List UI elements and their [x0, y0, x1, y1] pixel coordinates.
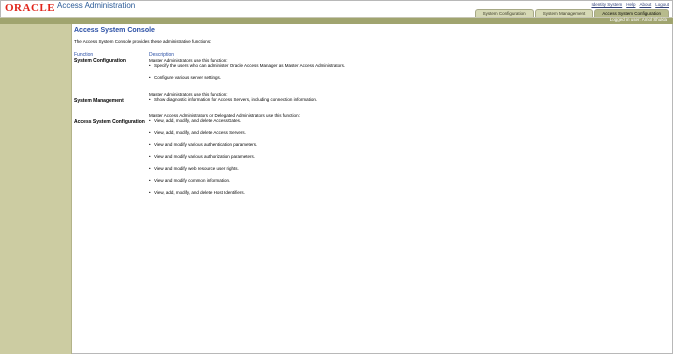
- about-link[interactable]: About: [639, 2, 651, 7]
- logged-in-user: Logged in user: Amol Shukla: [609, 17, 667, 22]
- description-system-configuration: Master Administrators use this function:…: [149, 58, 345, 80]
- description-item: View and modify various authorization pa…: [149, 154, 300, 159]
- description-item: Specify the users who can administer Ora…: [149, 63, 345, 68]
- top-links: Identity System Help About Logout: [591, 2, 669, 7]
- user-bar: [0, 18, 673, 24]
- oracle-logo: ORACLE: [5, 2, 56, 14]
- function-system-configuration[interactable]: System Configuration: [74, 58, 126, 64]
- help-link[interactable]: Help: [626, 2, 635, 7]
- description-item: View, add, modify, and delete Access Ser…: [149, 130, 300, 135]
- sidebar-divider: [71, 24, 72, 354]
- sidebar: [0, 24, 71, 354]
- description-item: View and modify various authentication p…: [149, 142, 300, 147]
- function-access-system-configuration[interactable]: Access System Configuration: [74, 119, 145, 125]
- description-system-management: Master Administrators use this function:…: [149, 92, 317, 102]
- window-frame: [0, 0, 673, 354]
- logout-link[interactable]: Logout: [655, 2, 669, 7]
- description-item: View, add, modify, and delete Host Ident…: [149, 190, 300, 195]
- intro-text: The Access System Console provides these…: [74, 39, 212, 44]
- identity-system-link[interactable]: Identity System: [591, 2, 622, 7]
- description-item: View and modify common information.: [149, 178, 300, 183]
- description-item: View and modify web resource user rights…: [149, 166, 300, 171]
- function-system-management[interactable]: System Management: [74, 98, 124, 104]
- description-access-system-configuration: Master Access Administrators or Delegate…: [149, 113, 300, 195]
- page-title: Access System Console: [74, 27, 155, 34]
- description-item: Configure various server settings.: [149, 75, 345, 80]
- app-title: Access Administration: [57, 1, 136, 10]
- description-item: Show diagnostic information for Access S…: [149, 97, 317, 102]
- description-item: View, add, modify, and delete AccessGate…: [149, 118, 300, 123]
